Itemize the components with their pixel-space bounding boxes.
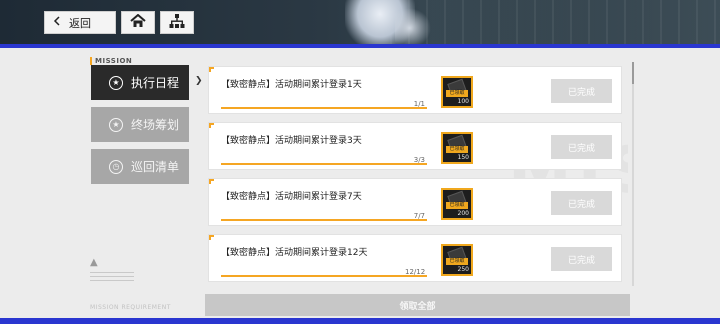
warning-icon: ▲ [90,257,98,268]
task-title: 【致密静点】活动期间累计登录12天 [221,248,368,258]
progress-fill [221,219,427,221]
task-row: 【致密静点】活动期间累计登录7天 7/7 已领取 200 已完成 [208,178,622,226]
reward-claimed-tag: 已领取 [446,258,468,265]
task-title: 【致密静点】活动期间累计登录7天 [221,192,362,202]
progress-fill [221,107,427,109]
task-list[interactable]: MISSION 【致密静点】活动期间累计登录1天 1/1 已领取 100 已完成… [208,64,628,286]
active-tab-caret-icon: ❯ [195,76,203,86]
completed-button[interactable]: 已完成 [551,247,612,271]
task-row: 【致密静点】活动期间累计登录12天 12/12 已领取 250 已完成 [208,234,622,282]
claim-all-button[interactable]: 领取全部 [205,294,630,316]
task-title: 【致密静点】活动期间累计登录3天 [221,136,362,146]
progress-bar [221,219,427,221]
progress-fill [221,163,427,165]
completed-button[interactable]: 已完成 [551,191,612,215]
reward-amount: 150 [457,154,469,161]
tab-finale-planning[interactable]: ★ 终场筹划 [91,107,189,142]
mission-footer-label: MISSION REQUIREMENT [90,304,171,311]
task-row: 【致密静点】活动期间累计登录1天 1/1 已领取 100 已完成 [208,66,622,114]
tab-label: 终场筹划 [131,118,180,132]
reward-amount: 100 [457,98,469,105]
task-title: 【致密静点】活动期间累计登录1天 [221,80,362,90]
header-accent-strip [0,44,720,48]
clock-icon: ◷ [109,159,123,174]
reward-amount: 250 [457,266,469,273]
progress-bar [221,163,427,165]
reward-amount: 200 [457,210,469,217]
reward-item[interactable]: 已领取 250 [441,244,473,276]
star-icon: ★ [109,75,123,90]
home-icon [130,13,146,31]
star-icon: ★ [109,117,123,132]
map-button[interactable] [160,11,194,34]
section-accent-bar [90,57,92,65]
scrollbar-thumb[interactable] [632,62,634,84]
task-row: 【致密静点】活动期间累计登录3天 3/3 已领取 150 已完成 [208,122,622,170]
decorative-lines [90,272,134,284]
reward-item[interactable]: 已领取 100 [441,76,473,108]
reward-claimed-tag: 已领取 [446,202,468,209]
chevron-left-icon [53,16,61,29]
progress-bar [221,275,427,277]
scrollbar-track[interactable] [632,62,634,286]
home-button[interactable] [121,11,155,34]
reward-claimed-tag: 已领取 [446,146,468,153]
completed-button[interactable]: 已完成 [551,79,612,103]
tab-label: 巡回清单 [131,160,180,174]
progress-bar [221,107,427,109]
footer-accent-strip [0,318,720,324]
banner-background-art [390,0,720,46]
hierarchy-icon [169,14,185,31]
back-button[interactable]: 返回 [44,11,116,34]
mission-section-label: MISSION [95,57,133,65]
back-label: 返回 [69,16,91,30]
completed-button[interactable]: 已完成 [551,135,612,159]
tab-schedule[interactable]: ★ 执行日程 [91,65,189,100]
reward-item[interactable]: 已领取 150 [441,132,473,164]
tab-label: 执行日程 [131,76,180,90]
reward-item[interactable]: 已领取 200 [441,188,473,220]
progress-fill [221,275,427,277]
reward-claimed-tag: 已领取 [446,90,468,97]
character-art-detail [395,8,431,46]
tab-patrol-list[interactable]: ◷ 巡回清单 [91,149,189,184]
